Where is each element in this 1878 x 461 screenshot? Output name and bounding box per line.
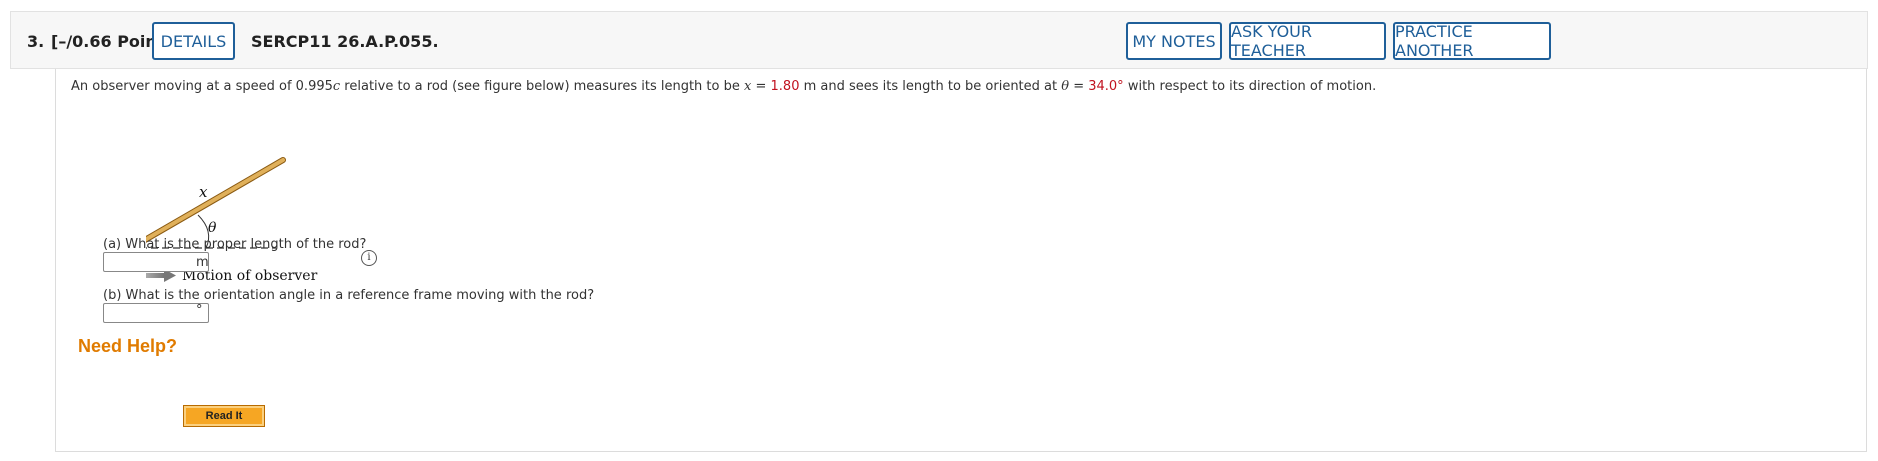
question-header: 3. [–/0.66 Points] DETAILS SERCP11 26.A.… xyxy=(10,11,1868,69)
angle-value: 34.0° xyxy=(1088,79,1124,94)
x-label: x xyxy=(199,183,208,201)
part-b-question: (b) What is the orientation angle in a r… xyxy=(103,288,595,303)
info-icon[interactable]: i xyxy=(361,250,377,266)
question-content: An observer moving at a speed of 0.995c … xyxy=(55,69,1867,452)
part-b-answer-input[interactable] xyxy=(103,303,209,323)
ask-teacher-button[interactable]: ASK YOUR TEACHER xyxy=(1229,22,1386,60)
theta-symbol: θ xyxy=(1061,79,1070,94)
prompt-text-4: with respect to its direction of motion. xyxy=(1123,79,1377,94)
read-it-button[interactable]: Read It xyxy=(183,405,265,427)
question-number: 3. xyxy=(27,32,45,51)
question-prompt: An observer moving at a speed of 0.995c … xyxy=(71,79,1376,94)
part-a-unit: m xyxy=(196,255,209,270)
theta-label: θ xyxy=(208,220,217,236)
prompt-text-2: relative to a rod (see figure below) mea… xyxy=(340,79,744,94)
problem-code: SERCP11 26.A.P.055. xyxy=(251,32,439,51)
details-button[interactable]: DETAILS xyxy=(152,22,235,60)
part-a-question: (a) What is the proper length of the rod… xyxy=(103,237,367,252)
prompt-text-1: An observer moving at a speed of 0.995 xyxy=(71,79,333,94)
motion-arrow-shaft xyxy=(146,273,164,278)
part-a-answer-input[interactable] xyxy=(103,252,209,272)
practice-another-button[interactable]: PRACTICE ANOTHER xyxy=(1393,22,1551,60)
need-help-label: Need Help? xyxy=(78,336,178,356)
rod-figure: x θ Motion of observer xyxy=(146,157,318,284)
my-notes-button[interactable]: MY NOTES xyxy=(1126,22,1222,60)
prompt-eq-1: = xyxy=(751,79,771,94)
length-value: 1.80 xyxy=(770,79,800,94)
prompt-eq-2: = xyxy=(1069,79,1089,94)
prompt-text-3: m and sees its length to be oriented at xyxy=(799,79,1062,94)
part-b-unit: ° xyxy=(196,303,203,318)
